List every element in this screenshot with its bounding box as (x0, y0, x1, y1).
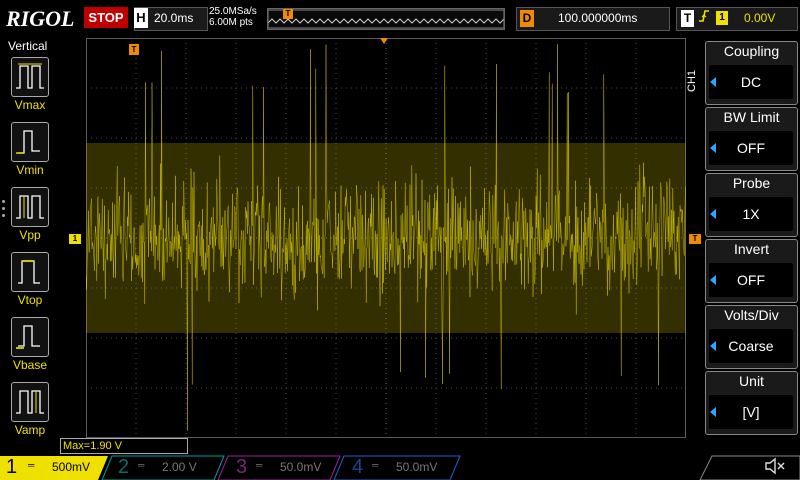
menu-volts-div[interactable]: Volts/Div Coarse (705, 305, 798, 369)
knob-arrow-icon (710, 143, 716, 153)
measure-vpp-label: Vpp (19, 228, 41, 242)
measure-vtop-button[interactable] (11, 252, 49, 292)
center-time-marker (380, 38, 388, 44)
coupling-dc-icon: ═ (372, 460, 379, 470)
memory-trigger-marker: T (283, 9, 293, 19)
ch2-number[interactable]: 2 (118, 455, 129, 479)
measure-vmin-button[interactable] (11, 122, 49, 162)
measure-vpp-button[interactable] (11, 187, 49, 227)
delay-label: D (520, 10, 534, 27)
menu-volts-div-title: Volts/Div (724, 307, 779, 323)
ch1-number[interactable]: 1 (6, 455, 17, 479)
measurement-readout: Max=1.90 V (60, 438, 188, 454)
vtop-icon (12, 253, 48, 296)
menu-page-dot (2, 207, 5, 210)
measure-vtop-label: Vtop (17, 293, 43, 307)
knob-arrow-icon (710, 209, 716, 219)
knob-arrow-icon (710, 407, 716, 417)
vmax-icon (12, 58, 48, 101)
coupling-dc-icon: ═ (138, 460, 145, 470)
ch3-number[interactable]: 3 (236, 455, 247, 479)
menu-unit[interactable]: Unit [V] (705, 371, 798, 435)
menu-unit-title: Unit (739, 373, 764, 389)
trigger-level-value: 0.00V (744, 11, 776, 25)
coupling-dc-icon: ═ (28, 460, 35, 470)
menu-bw-limit-value[interactable]: OFF (709, 131, 793, 165)
ch4-scale: 50.0mV (396, 460, 438, 474)
ch4-number[interactable]: 4 (352, 455, 363, 479)
coupling-dc-icon: ═ (256, 460, 263, 470)
knob-arrow-icon (710, 275, 716, 285)
measure-vbase-label: Vbase (12, 358, 48, 372)
vpp-icon (12, 188, 48, 231)
measure-vamp-label: Vamp (14, 423, 46, 437)
memory-depth: 6.00M pts (209, 17, 253, 28)
vbase-icon (12, 318, 48, 361)
vmin-icon (12, 123, 48, 166)
trigger-source-badge: 1 (716, 11, 728, 25)
measure-vamp-button[interactable] (11, 382, 49, 422)
ch3-scale: 50.0mV (280, 460, 322, 474)
measure-vmax-label: Vmax (14, 98, 46, 112)
menu-bw-limit-title: BW Limit (723, 109, 780, 125)
vamp-icon (12, 383, 48, 426)
menu-probe[interactable]: Probe 1X (705, 173, 798, 237)
trigger-box[interactable] (676, 7, 798, 31)
menu-unit-value[interactable]: [V] (709, 395, 793, 429)
menu-page-dot (2, 200, 5, 203)
ch1-ground-marker[interactable]: 1 (69, 234, 81, 244)
rising-edge-icon (698, 8, 710, 29)
measure-vmax-button[interactable] (11, 57, 49, 97)
menu-coupling[interactable]: Coupling DC (705, 41, 798, 105)
knob-arrow-icon (710, 341, 716, 351)
menu-invert-value[interactable]: OFF (709, 263, 793, 297)
menu-page-dot (2, 214, 5, 217)
ch1-scale: 500mV (52, 460, 91, 474)
menu-coupling-title: Coupling (723, 43, 780, 59)
ch1-waveform-trace (86, 44, 686, 431)
knob-arrow-icon (710, 77, 716, 87)
timebase-value: 20.0ms (154, 11, 194, 25)
horizontal-label: H (134, 8, 148, 28)
measure-vmin-label: Vmin (16, 163, 44, 177)
run-stop-indicator[interactable]: STOP (84, 7, 128, 28)
sample-rate: 25.0MSa/s (209, 6, 257, 17)
rigol-logo: RIGOL (6, 6, 75, 31)
waveform-display[interactable] (86, 38, 686, 438)
memory-overview-strip[interactable]: T (267, 8, 505, 30)
measurement-text: Max=1.90 V (63, 440, 123, 452)
vertical-menu-title: Vertical (8, 39, 48, 53)
ch2-scale: 2.00 V (162, 460, 197, 474)
menu-invert[interactable]: Invert OFF (705, 239, 798, 303)
channel-menu-tag: CH1 (686, 69, 698, 92)
delay-value: 100.000000ms (558, 11, 638, 25)
menu-coupling-value[interactable]: DC (709, 65, 793, 99)
menu-invert-title: Invert (733, 241, 769, 257)
menu-probe-value[interactable]: 1X (709, 197, 793, 231)
menu-volts-div-value[interactable]: Coarse (709, 329, 793, 363)
trigger-label: T (681, 10, 694, 27)
speaker-muted-icon[interactable] (764, 457, 786, 480)
menu-bw-limit[interactable]: BW Limit OFF (705, 107, 798, 171)
measure-vbase-button[interactable] (11, 317, 49, 357)
trigger-position-marker[interactable]: T (129, 44, 139, 55)
menu-probe-title: Probe (732, 175, 771, 191)
trigger-level-marker[interactable]: T (689, 234, 701, 244)
